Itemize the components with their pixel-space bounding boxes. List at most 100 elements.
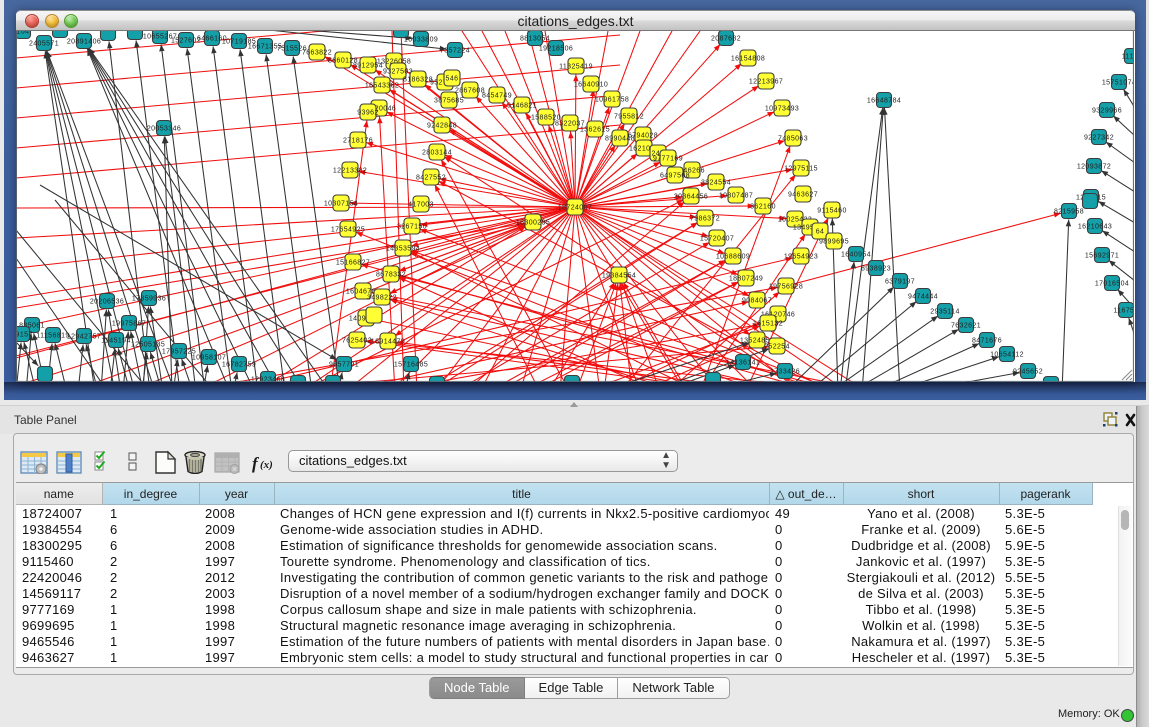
svg-text:9227342: 9227342 [1084,134,1114,141]
svg-text:16782759: 16782759 [222,361,256,368]
svg-text:9474444: 9474444 [908,293,938,300]
svg-text:6379197: 6379197 [885,278,915,285]
svg-text:10654112: 10654112 [990,351,1024,358]
svg-text:9245652: 9245652 [1013,368,1043,375]
svg-text:10958107: 10958107 [192,354,226,361]
svg-text:20364456: 20364456 [674,193,708,200]
svg-text:7955812: 7955812 [614,113,644,120]
svg-text:16640910: 16640910 [574,81,608,88]
svg-text:8678332: 8678332 [376,271,406,278]
svg-text:15692971: 15692971 [1085,252,1119,259]
svg-text:252254: 252254 [764,343,790,350]
svg-text:9329966: 9329966 [1092,107,1122,114]
svg-text:15716485: 15716485 [394,361,428,368]
svg-text:8938923: 8938923 [861,265,891,272]
svg-text:7663822: 7663822 [302,49,332,56]
svg-text:20053346: 20053346 [147,125,181,132]
svg-text:17016504: 17016504 [1095,280,1129,287]
svg-text:19218506: 19218506 [539,45,573,52]
svg-text:10307154: 10307154 [324,200,358,207]
svg-text:8454749: 8454749 [482,92,512,99]
svg-text:11156819: 11156819 [36,332,69,339]
svg-text:14353594: 14353594 [386,245,420,252]
svg-text:9242848: 9242848 [427,122,457,129]
svg-text:2935114: 2935114 [930,308,960,315]
svg-text:12975115: 12975115 [784,165,818,172]
svg-text:16210643: 16210643 [1078,223,1112,230]
svg-text:19654923: 19654923 [784,253,818,260]
svg-text:93962: 93962 [357,109,378,116]
svg-text:2867608: 2867608 [455,87,485,94]
svg-text:2087682: 2087682 [711,35,741,42]
svg-text:12213967: 12213967 [749,78,783,85]
svg-text:9463627: 9463627 [788,191,818,198]
svg-text:2405571: 2405571 [29,40,59,47]
svg-text:39157: 39157 [16,331,33,338]
svg-text:9115460: 9115460 [817,207,847,214]
svg-text:12213382: 12213382 [333,167,367,174]
svg-text:10688609: 10688609 [716,253,750,260]
svg-text:6794028: 6794028 [628,132,658,139]
svg-text:12093872: 12093872 [1077,163,1111,170]
svg-text:8215958: 8215958 [1054,208,1084,215]
svg-text:3824554: 3824554 [701,179,731,186]
svg-text:18300295: 18300295 [516,219,550,226]
svg-text:7625402: 7625402 [342,337,372,344]
svg-text:10807487: 10807487 [719,192,753,199]
svg-text:f: f [252,454,260,473]
svg-text:8186328: 8186328 [403,76,433,83]
svg-text:17654925: 17654925 [331,226,365,233]
svg-text:2718176: 2718176 [343,137,373,144]
svg-text:7986372: 7986372 [690,215,720,222]
svg-text:19384554: 19384554 [602,272,636,279]
svg-text:8471676: 8471676 [972,337,1002,344]
svg-text:3498222: 3498222 [367,294,397,301]
svg-text:1615132: 1615132 [753,320,783,327]
svg-text:9899695: 9899695 [819,238,849,245]
svg-text:7357224: 7357224 [440,47,470,54]
svg-text:417003: 417003 [408,201,434,208]
svg-text:546: 546 [446,75,459,82]
svg-text:116753: 116753 [1113,307,1134,314]
svg-text:7632621: 7632621 [951,322,981,329]
svg-text:6497568: 6497568 [660,172,690,179]
svg-text:20206536: 20206536 [90,298,124,305]
svg-text:9777169: 9777169 [653,155,683,162]
svg-text:8427552: 8427552 [416,174,446,181]
svg-text:16543362: 16543362 [365,82,399,89]
svg-text:20891406: 20891406 [67,38,101,45]
svg-text:15166827: 15166827 [336,259,370,266]
svg-text:2803144: 2803144 [422,149,452,156]
svg-text:9146821: 9146821 [507,102,537,109]
svg-text:10973493: 10973493 [765,105,799,112]
svg-text:17359936: 17359936 [132,295,166,302]
svg-text:10961758: 10961758 [595,96,629,103]
svg-text:164: 164 [17,31,30,35]
svg-text:3875685: 3875685 [434,97,464,104]
svg-text:11325419: 11325419 [559,63,593,70]
svg-text:12505135: 12505135 [131,341,165,348]
svg-text:19975867: 19975867 [112,320,146,327]
svg-text:8813054: 8813054 [520,35,550,42]
svg-text:16154808: 16154808 [731,55,765,62]
svg-text:1145194: 1145194 [101,337,131,344]
svg-text:1640954: 1640954 [841,251,871,258]
svg-text:9327503: 9327503 [383,68,413,75]
svg-text:16648784: 16648784 [867,97,901,104]
svg-text:362160: 362160 [750,203,776,210]
svg-text:1362615: 1362615 [580,126,610,133]
svg-text:11123: 11123 [1122,53,1134,60]
svg-text:3267150: 3267150 [397,223,427,230]
svg-text:16914479: 16914479 [371,338,405,345]
svg-text:19756928: 19756928 [769,283,803,290]
svg-text:18807249: 18807249 [729,275,763,282]
svg-text:12942757: 12942757 [67,333,101,340]
svg-text:9084067: 9084067 [742,297,772,304]
svg-text:1733426: 1733426 [770,368,800,375]
svg-text:15751074: 15751074 [1102,79,1134,86]
svg-text:16033809: 16033809 [404,36,438,43]
svg-text:15720407: 15720407 [700,235,734,242]
svg-text:9657791: 9657791 [329,361,359,368]
svg-text:64: 64 [816,228,825,235]
svg-text:(x): (x) [260,459,273,471]
